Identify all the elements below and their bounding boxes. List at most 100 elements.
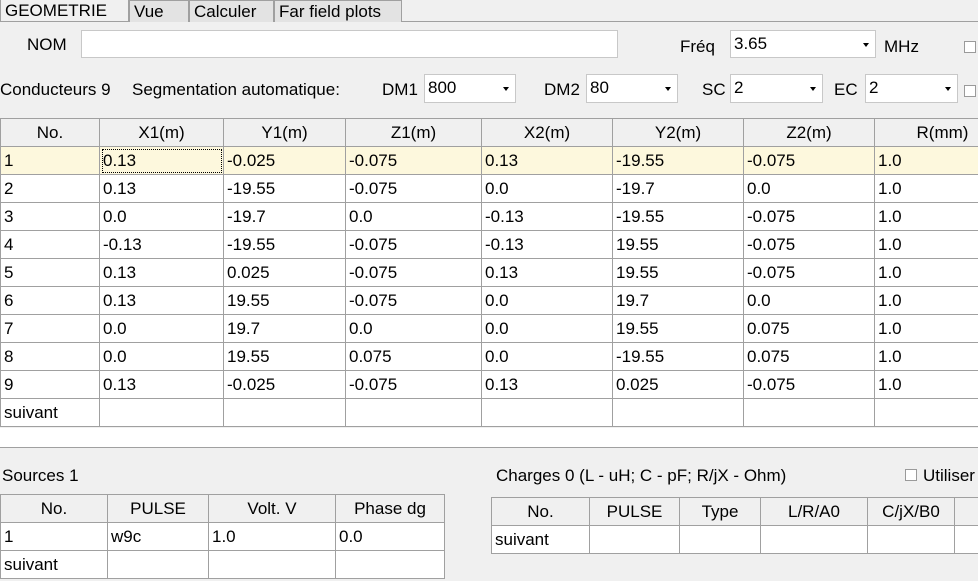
charges-column-header[interactable]: L/R/A0 — [760, 497, 868, 526]
geometry-row[interactable]: 7 0.0 19.7 0.0 0.0 19.55 0.075 1.0 — [0, 314, 978, 343]
geometry-cell[interactable]: 1.0 — [874, 146, 978, 175]
geometry-cell[interactable]: -0.025 — [223, 146, 346, 175]
geometry-row-number[interactable]: 6 — [0, 286, 100, 315]
geometry-column-header[interactable]: Z1(m) — [345, 118, 482, 147]
geometry-column-header[interactable]: No. — [0, 118, 100, 147]
geometry-cell[interactable]: -0.075 — [743, 370, 875, 399]
charges-cell[interactable] — [589, 525, 680, 554]
sources-column-header[interactable]: PULSE — [107, 494, 209, 523]
dm2-select[interactable]: 80 — [586, 74, 678, 103]
geometry-cell[interactable]: 0.13 — [99, 174, 224, 203]
geometry-row[interactable]: 4 -0.13 -19.55 -0.075 -0.13 19.55 -0.075 1.0 — [0, 230, 978, 259]
geometry-cell[interactable] — [99, 398, 224, 427]
geometry-cell[interactable]: 0.13 — [99, 370, 224, 399]
geometry-cell[interactable]: 19.7 — [612, 286, 744, 315]
geometry-cell[interactable] — [612, 398, 744, 427]
geometry-row-number[interactable]: 3 — [0, 202, 100, 231]
geometry-cell[interactable]: -0.075 — [345, 146, 482, 175]
geometry-column-header[interactable]: Y2(m) — [612, 118, 744, 147]
geometry-row[interactable]: 8 0.0 19.55 0.075 0.0 -19.55 0.075 1.0 — [0, 342, 978, 371]
geometry-row[interactable]: 3 0.0 -19.7 0.0 -0.13 -19.55 -0.075 1.0 — [0, 202, 978, 231]
sources-row-number[interactable]: 1 — [0, 522, 108, 551]
geometry-cell[interactable]: 1.0 — [874, 286, 978, 315]
geometry-cell[interactable]: 0.0 — [345, 314, 482, 343]
sources-column-header[interactable]: Volt. V — [208, 494, 336, 523]
geometry-cell[interactable]: 0.0 — [99, 342, 224, 371]
geometry-column-header[interactable]: X2(m) — [481, 118, 613, 147]
geometry-row[interactable]: 9 0.13 -0.025 -0.075 0.13 0.025 -0.075 1.0 — [0, 370, 978, 399]
geometry-cell[interactable]: 0.0 — [481, 174, 613, 203]
geometry-cell[interactable]: -0.075 — [345, 286, 482, 315]
charges-column-header[interactable]: PULSE — [589, 497, 680, 526]
charges-column-header[interactable]: Type — [679, 497, 761, 526]
ec-checkbox[interactable] — [964, 85, 976, 97]
sources-cell[interactable]: w9c — [107, 522, 209, 551]
charges-cell[interactable] — [679, 525, 761, 554]
charges-cell[interactable] — [954, 525, 978, 554]
geometry-cell[interactable]: 0.13 — [99, 146, 224, 175]
geometry-cell[interactable]: -19.55 — [223, 174, 346, 203]
sources-next-row[interactable]: suivant — [0, 550, 445, 579]
sources-cell[interactable] — [107, 550, 209, 579]
geometry-column-header[interactable]: Z2(m) — [743, 118, 875, 147]
geometry-cell[interactable]: 0.13 — [99, 286, 224, 315]
geometry-cell[interactable]: -0.075 — [743, 230, 875, 259]
geometry-row-number[interactable]: 1 — [0, 146, 100, 175]
geometry-cell[interactable]: 0.025 — [612, 370, 744, 399]
charges-cell[interactable] — [760, 525, 868, 554]
geometry-cell[interactable]: -0.13 — [99, 230, 224, 259]
sources-next-label[interactable]: suivant — [0, 550, 108, 579]
geometry-row[interactable]: 6 0.13 19.55 -0.075 0.0 19.7 0.0 1.0 — [0, 286, 978, 315]
geometry-column-header[interactable]: Y1(m) — [223, 118, 346, 147]
geometry-cell[interactable] — [481, 398, 613, 427]
geometry-cell[interactable] — [223, 398, 346, 427]
geometry-cell[interactable]: 1.0 — [874, 258, 978, 287]
geometry-cell[interactable]: -0.13 — [481, 202, 613, 231]
geometry-row[interactable]: 5 0.13 0.025 -0.075 0.13 19.55 -0.075 1.0 — [0, 258, 978, 287]
sources-cell[interactable] — [208, 550, 336, 579]
geometry-cell[interactable]: -0.075 — [345, 174, 482, 203]
geometry-cell[interactable]: -19.7 — [612, 174, 744, 203]
charges-next-row[interactable]: suivant — [491, 525, 978, 554]
geometry-cell[interactable]: 0.075 — [345, 342, 482, 371]
geometry-cell[interactable]: -19.55 — [612, 342, 744, 371]
ec-select[interactable]: 2 — [865, 74, 958, 103]
geometry-row-number[interactable]: 8 — [0, 342, 100, 371]
geometry-row-number[interactable]: 9 — [0, 370, 100, 399]
geometry-cell[interactable]: -19.7 — [223, 202, 346, 231]
geometry-cell[interactable] — [345, 398, 482, 427]
freq-checkbox[interactable] — [964, 41, 976, 53]
geometry-cell[interactable]: 0.0 — [481, 286, 613, 315]
geometry-next-label[interactable]: suivant — [0, 398, 100, 427]
sc-select[interactable]: 2 — [730, 74, 823, 103]
geometry-cell[interactable]: -19.55 — [612, 202, 744, 231]
geometry-cell[interactable]: 0.13 — [481, 370, 613, 399]
geometry-cell[interactable]: 0.0 — [481, 342, 613, 371]
geometry-row[interactable]: 2 0.13 -19.55 -0.075 0.0 -19.7 0.0 1.0 — [0, 174, 978, 203]
geometry-row[interactable]: 1 0.13 -0.025 -0.075 0.13 -19.55 -0.075 1.0 — [0, 146, 978, 175]
geometry-cell[interactable]: -0.075 — [743, 202, 875, 231]
geometry-cell[interactable]: 0.075 — [743, 314, 875, 343]
geometry-cell[interactable]: 0.0 — [743, 174, 875, 203]
geometry-cell[interactable]: -19.55 — [612, 146, 744, 175]
sources-row[interactable]: 1 w9c 1.0 0.0 — [0, 522, 445, 551]
geometry-cell[interactable]: 0.13 — [481, 258, 613, 287]
geometry-cell[interactable]: -19.55 — [223, 230, 346, 259]
freq-select[interactable]: 3.65 — [730, 30, 876, 58]
geometry-cell[interactable]: 19.55 — [612, 230, 744, 259]
tab-calculer[interactable]: Calculer — [189, 0, 274, 22]
geometry-cell[interactable]: -0.075 — [345, 258, 482, 287]
geometry-cell[interactable]: -0.025 — [223, 370, 346, 399]
geometry-cell[interactable]: -0.13 — [481, 230, 613, 259]
geometry-row-number[interactable]: 7 — [0, 314, 100, 343]
tab-far-field-plots[interactable]: Far field plots — [274, 0, 402, 22]
geometry-cell[interactable]: 0.0 — [99, 314, 224, 343]
geometry-cell[interactable]: -0.075 — [743, 258, 875, 287]
geometry-cell[interactable]: -0.075 — [743, 146, 875, 175]
geometry-cell[interactable]: 0.025 — [223, 258, 346, 287]
geometry-row-number[interactable]: 4 — [0, 230, 100, 259]
geometry-cell[interactable]: 0.0 — [743, 286, 875, 315]
charges-column-header[interactable]: No. — [491, 497, 590, 526]
geometry-cell[interactable]: 19.7 — [223, 314, 346, 343]
sources-column-header[interactable]: Phase dg — [335, 494, 445, 523]
